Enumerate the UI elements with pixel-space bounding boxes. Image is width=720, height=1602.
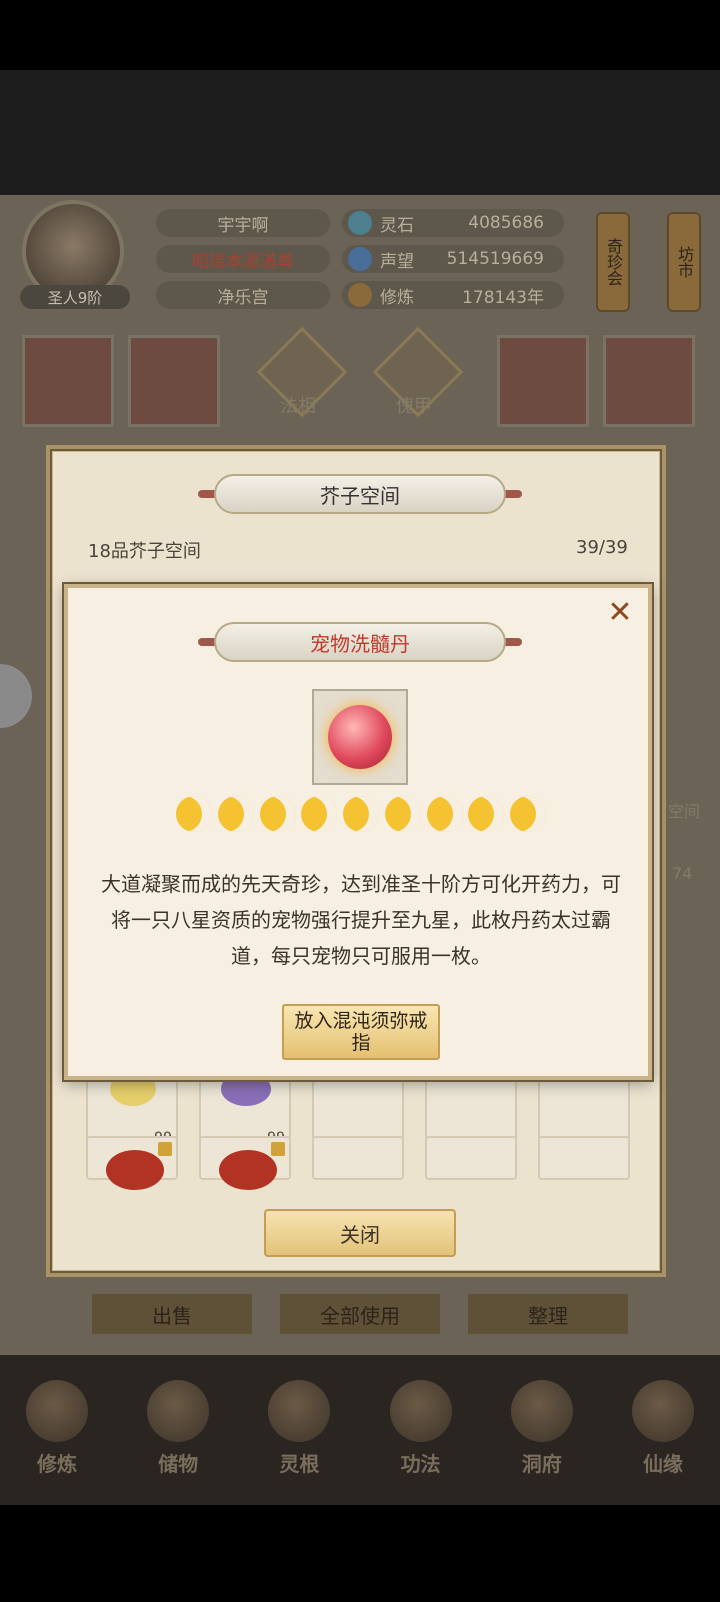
item-icon-frame (312, 689, 408, 785)
resource-label: 声望 (380, 251, 414, 272)
resource-spirit-stone: 灵石 4085686 (342, 209, 564, 237)
market-button[interactable]: 坊市 (667, 212, 701, 312)
treasure-fair-button[interactable]: 奇珍会 (596, 212, 630, 312)
star-moon-icon (301, 796, 338, 832)
top-margin (0, 70, 720, 195)
equipment-slot[interactable] (22, 335, 114, 427)
system-nav-area (0, 1505, 720, 1602)
equipment-slot[interactable] (497, 335, 589, 427)
player-rank-badge: 圣人9阶 (20, 285, 130, 309)
star-moon-icon (217, 796, 254, 832)
status-bar-area (0, 0, 720, 70)
technique-book-icon (389, 1380, 452, 1442)
player-title: 昭瑶本源道尊 (156, 245, 330, 273)
nav-label: 洞府 (521, 1452, 562, 1476)
nav-label: 灵根 (279, 1452, 320, 1476)
star-moon-icon (343, 796, 379, 832)
storage-slot[interactable] (199, 1136, 291, 1190)
star-moon-icon (468, 796, 505, 832)
item-description: 大道凝聚而成的先天奇珍，达到准圣十阶方可化开药力，可将一只八星资质的宠物强行提升… (101, 872, 621, 968)
star-moon-icon (384, 796, 421, 832)
equipment-slot[interactable] (603, 335, 695, 427)
star-moon-icon (176, 796, 212, 832)
pet-marrow-pill-icon (328, 705, 392, 769)
player-name: 宇宇啊 (156, 209, 330, 237)
storage-slot[interactable] (425, 1136, 517, 1180)
prestige-icon (348, 247, 372, 271)
spirit-root-icon (268, 1380, 331, 1442)
dharma-form-label: 法相 (280, 396, 316, 417)
nav-label: 仙缘 (642, 1452, 683, 1476)
spirit-stone-icon (348, 211, 372, 235)
sell-button[interactable]: 出售 (92, 1294, 252, 1334)
resource-value: 4085686 (468, 213, 544, 233)
star-moon-icon (510, 796, 546, 832)
nav-item-technique[interactable]: 功法 (376, 1380, 466, 1500)
nav-label: 修炼 (37, 1452, 77, 1476)
puppet-armor-label: 傀甲 (396, 396, 432, 417)
resource-label: 修炼 (380, 287, 414, 308)
star-rating (176, 796, 546, 832)
item-dialog-title: 宠物洗髓丹 (214, 622, 506, 662)
immortal-fate-icon (631, 1380, 694, 1442)
resource-value: 178143年 (462, 287, 544, 308)
resource-label: 灵石 (380, 215, 414, 236)
nav-label: 储物 (158, 1452, 199, 1476)
storage-bag-icon (147, 1380, 210, 1442)
nav-label: 功法 (400, 1452, 441, 1476)
storage-slot[interactable] (538, 1136, 630, 1180)
storage-dialog-title: 芥子空间 (214, 474, 506, 514)
storage-slot[interactable] (86, 1136, 178, 1190)
use-all-button[interactable]: 全部使用 (280, 1294, 440, 1334)
lock-icon (271, 1142, 285, 1156)
close-button[interactable]: 关闭 (264, 1209, 456, 1257)
bottom-nav: 修炼 储物 灵根 功法 洞府 仙缘 (12, 1380, 708, 1500)
resource-prestige: 声望 514519669 (342, 245, 564, 273)
star-moon-icon (426, 796, 463, 832)
red-item-icon (106, 1150, 164, 1190)
star-moon-icon (259, 796, 296, 832)
equipment-slot[interactable] (128, 335, 220, 427)
player-sect: 净乐宫 (156, 281, 330, 309)
nav-item-cave[interactable]: 洞府 (497, 1380, 587, 1500)
cave-dwelling-icon (510, 1380, 573, 1442)
cultivation-icon (348, 283, 372, 307)
nav-item-immortal-fate[interactable]: 仙缘 (618, 1380, 708, 1500)
lock-icon (158, 1142, 172, 1156)
side-space-label: 空间 (668, 802, 701, 821)
cultivation-nav-icon (26, 1380, 88, 1442)
nav-item-spirit-root[interactable]: 灵根 (254, 1380, 344, 1500)
side-count-label: 74 (672, 864, 693, 883)
resource-value: 514519669 (446, 249, 544, 269)
close-icon[interactable]: ✕ (604, 595, 636, 630)
resource-cultivation: 修炼 178143年 (342, 281, 564, 309)
storage-space-name: 18品芥子空间 (88, 541, 201, 562)
nav-item-cultivation[interactable]: 修炼 (12, 1380, 102, 1500)
red-item-icon (219, 1150, 277, 1190)
nav-item-storage[interactable]: 储物 (133, 1380, 223, 1500)
storage-capacity: 39/39 (576, 537, 628, 558)
storage-slot[interactable] (312, 1136, 404, 1180)
put-into-ring-button[interactable]: 放入混沌须弥戒指 (282, 1004, 440, 1060)
sort-button[interactable]: 整理 (468, 1294, 628, 1334)
